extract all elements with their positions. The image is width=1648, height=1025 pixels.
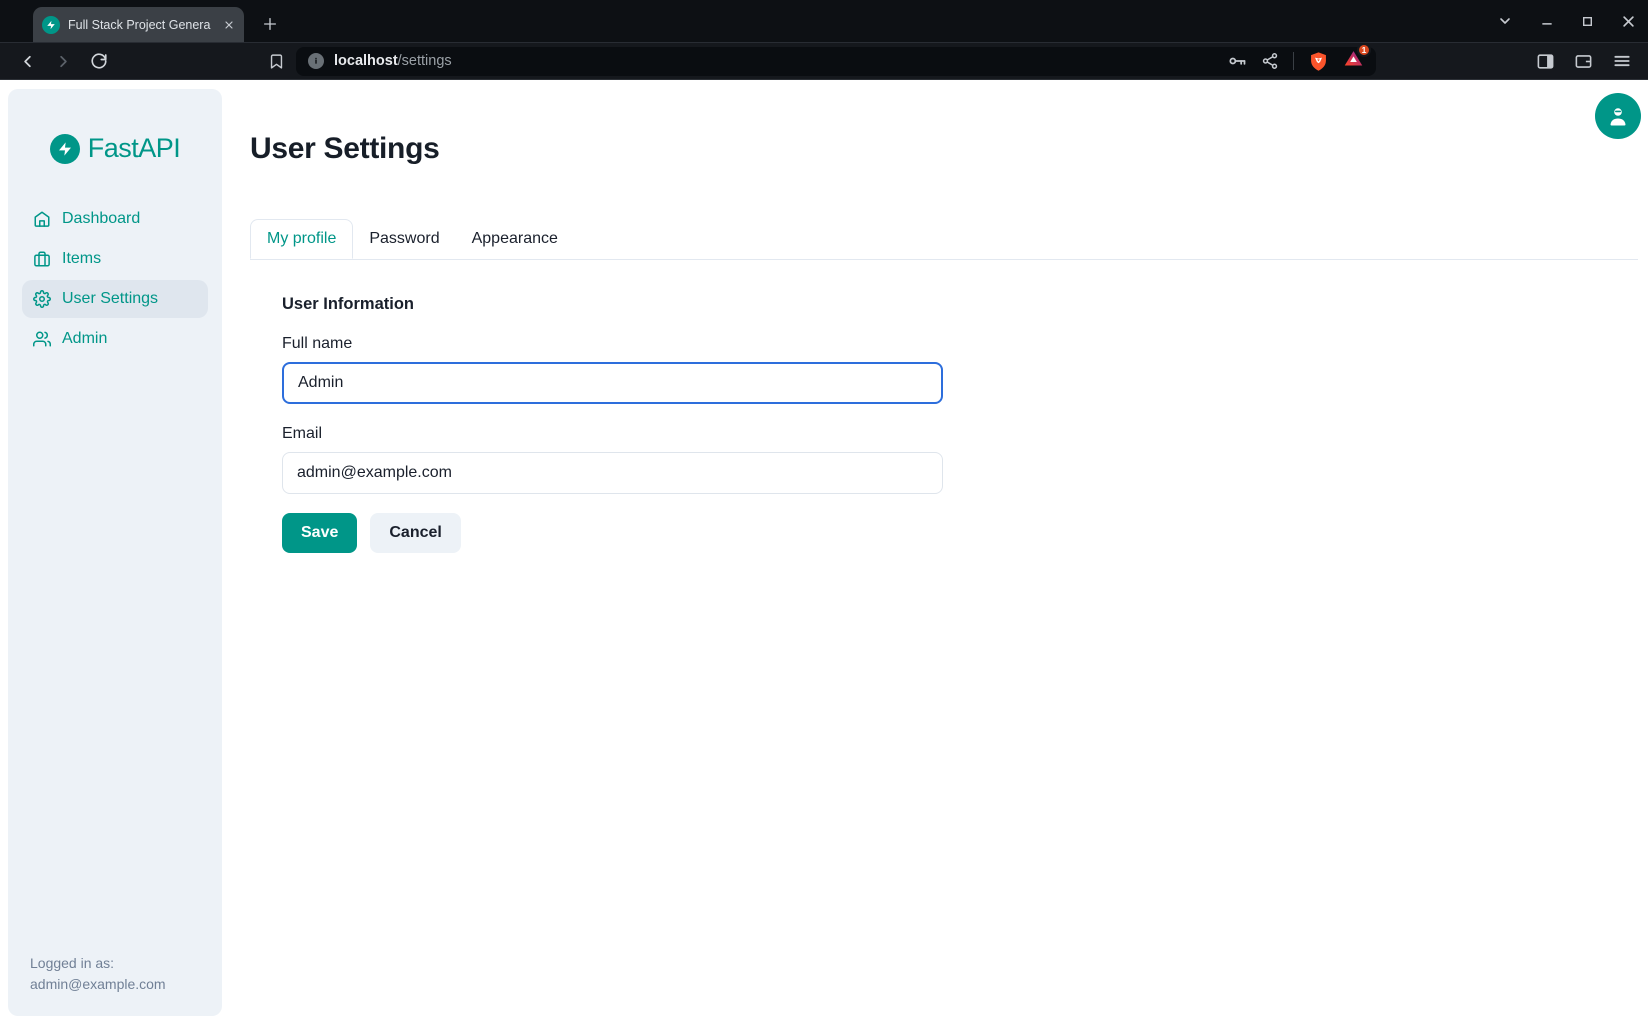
sidebar-item-label: User Settings	[62, 290, 158, 308]
section-title: User Information	[282, 295, 1648, 314]
sidebar-item-label: Dashboard	[62, 210, 140, 228]
full-name-label: Full name	[282, 335, 1648, 353]
fastapi-logo: FastAPI	[22, 133, 208, 164]
url-bar[interactable]: localhost /settings	[296, 47, 1376, 76]
page-title: User Settings	[250, 80, 1648, 166]
toolbar-divider	[1293, 52, 1294, 70]
logged-in-label: Logged in as:	[30, 953, 208, 973]
window-controls	[1497, 0, 1636, 42]
minimize-icon[interactable]	[1540, 14, 1554, 28]
tab-close-icon[interactable]	[223, 19, 235, 31]
password-key-icon[interactable]	[1227, 51, 1247, 71]
fastapi-logo-icon	[50, 134, 80, 164]
app-sidebar: FastAPI Dashboard Items User Settings	[8, 89, 222, 1016]
save-button[interactable]: Save	[282, 513, 357, 553]
browser-tab[interactable]: Full Stack Project Genera	[33, 7, 244, 42]
email-label: Email	[282, 425, 1648, 443]
gear-icon	[33, 290, 51, 308]
profile-panel: User Information Full name Email Save Ca…	[250, 260, 1648, 553]
share-icon[interactable]	[1261, 52, 1279, 70]
tab-my-profile[interactable]: My profile	[250, 219, 353, 259]
logged-in-footer: Logged in as: admin@example.com	[22, 953, 208, 994]
home-icon	[33, 210, 51, 228]
sidebar-toggle-icon[interactable]	[1536, 52, 1555, 71]
toolbar-right-buttons	[1536, 51, 1638, 71]
tab-password[interactable]: Password	[353, 219, 455, 259]
site-info-icon[interactable]	[308, 53, 324, 69]
user-avatar-icon	[1606, 104, 1630, 128]
sidebar-item-admin[interactable]: Admin	[22, 320, 208, 358]
new-tab-icon[interactable]	[256, 10, 284, 38]
tab-title: Full Stack Project Genera	[68, 18, 215, 32]
maximize-icon[interactable]	[1581, 15, 1594, 28]
cancel-button[interactable]: Cancel	[370, 513, 460, 553]
sidebar-item-label: Items	[62, 250, 101, 268]
workspaces-chevron-icon[interactable]	[1497, 13, 1513, 29]
wallet-icon[interactable]	[1574, 52, 1593, 71]
sidebar-item-dashboard[interactable]: Dashboard	[22, 200, 208, 238]
sidebar-item-label: Admin	[62, 330, 107, 348]
brave-rewards-button[interactable]: 1	[1343, 48, 1364, 74]
url-host: localhost	[334, 53, 398, 69]
briefcase-icon	[33, 250, 51, 268]
tab-appearance[interactable]: Appearance	[456, 219, 574, 259]
fastapi-favicon-icon	[42, 16, 60, 34]
settings-tabs: My profile Password Appearance	[250, 219, 1638, 260]
page-content: FastAPI Dashboard Items User Settings	[0, 80, 1648, 1025]
brave-shield-icon[interactable]	[1308, 51, 1329, 72]
rewards-count-badge: 1	[1357, 43, 1371, 57]
url-path: /settings	[398, 53, 452, 69]
url-actions: 1	[1227, 48, 1364, 74]
close-window-icon[interactable]	[1621, 14, 1636, 29]
sidebar-nav: Dashboard Items User Settings Admin	[22, 200, 208, 358]
bookmark-icon[interactable]	[268, 53, 285, 70]
user-menu-button[interactable]	[1595, 93, 1641, 139]
logged-in-email: admin@example.com	[30, 974, 208, 994]
email-input[interactable]	[282, 452, 943, 494]
browser-window: Full Stack Project Genera	[0, 0, 1648, 1025]
browser-toolbar: localhost /settings	[0, 42, 1648, 80]
sidebar-item-user-settings[interactable]: User Settings	[22, 280, 208, 318]
browser-titlebar: Full Stack Project Genera	[0, 0, 1648, 42]
main-area: User Settings My profile Password Appear…	[222, 80, 1648, 1025]
form-buttons: Save Cancel	[282, 513, 1648, 553]
menu-hamburger-icon[interactable]	[1612, 51, 1632, 71]
sidebar-item-items[interactable]: Items	[22, 240, 208, 278]
back-icon[interactable]	[18, 52, 37, 71]
navigation-buttons	[10, 52, 108, 71]
forward-icon[interactable]	[54, 52, 73, 71]
reload-icon[interactable]	[90, 52, 108, 70]
full-name-input[interactable]	[282, 362, 943, 404]
fastapi-logo-text: FastAPI	[88, 133, 181, 164]
users-icon	[33, 330, 51, 348]
